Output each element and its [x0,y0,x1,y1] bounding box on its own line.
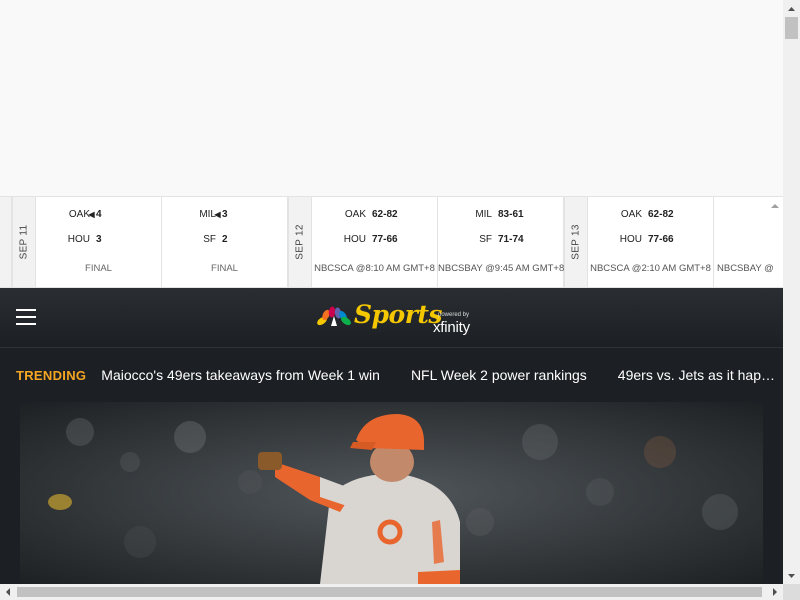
game-card[interactable]: OAK 62-82 HOU 77-66 NBCSCA @2:10 AM GMT+… [588,197,714,287]
game-card[interactable]: MIL 3 ◀ SF 2 FINAL [162,197,288,287]
game-broadcast: NBCSCA @8:10 AM GMT+8 [314,263,435,274]
scoreboard-left-edge [0,197,12,287]
game-status: FINAL [85,263,112,274]
trending-link[interactable]: 49ers vs. Jets as it hap… [618,367,775,383]
date-marker: SEP 13 [564,197,588,287]
site-header: Sports powered by xfinity [0,288,783,348]
trending-link[interactable]: NFL Week 2 power rankings [411,367,587,383]
menu-icon[interactable] [16,309,36,325]
home-record: 77-66 [372,234,398,245]
away-record: 62-82 [648,209,674,220]
logo-wordmark: Sports [354,300,443,329]
horizontal-scrollbar[interactable] [0,584,783,600]
game-broadcast: NBCSBAY @ [717,263,774,274]
away-record: 62-82 [372,209,398,220]
home-team: HOU [619,234,642,245]
scoreboard: SEP 11 OAK 4 ◀ HOU 3 FINAL MIL 3 ◀ SF 2 … [0,196,783,288]
home-score: 3 [96,234,102,245]
horizontal-scroll-thumb[interactable] [17,587,762,597]
scrollbar-corner [783,584,800,600]
away-record: 83-61 [498,209,524,220]
home-team: HOU [67,234,90,245]
game-status: FINAL [211,263,238,274]
date-label: SEP 11 [18,224,30,260]
trending-bar: TRENDING Maiocco's 49ers takeaways from … [0,348,783,402]
game-card[interactable]: OAK 4 ◀ HOU 3 FINAL [36,197,162,287]
trending-link[interactable]: Maiocco's 49ers takeaways from Week 1 wi… [101,367,380,383]
home-team: SF [479,234,492,245]
powered-by-text: powered by [438,312,470,318]
ad-space [0,0,783,196]
nbc-sports-logo[interactable]: Sports powered by xfinity [316,300,486,340]
away-team: OAK [620,209,642,220]
home-team: SF [203,234,216,245]
away-team: OAK [344,209,366,220]
peacock-icon [317,306,351,326]
game-broadcast: NBCSCA @2:10 AM GMT+8 [590,263,711,274]
game-card[interactable]: OAK 62-82 HOU 77-66 NBCSCA @8:10 AM GMT+… [312,197,438,287]
trending-label: TRENDING [16,367,87,383]
scroll-up-arrow-icon[interactable] [783,0,800,17]
game-broadcast: NBCSBAY @9:45 AM GMT+8 [438,263,565,274]
scoreboard-scroll-up-icon[interactable] [767,198,783,214]
away-score: 3 ◀ [214,209,228,220]
scroll-right-arrow-icon[interactable] [766,584,783,600]
home-team: HOU [343,234,366,245]
away-team: MIL [475,209,492,220]
date-label: SEP 13 [570,224,582,260]
away-score: 4 ◀ [88,209,102,220]
xfinity-logo: xfinity [433,319,470,336]
vertical-scrollbar[interactable] [783,0,800,584]
date-label: SEP 12 [294,224,306,260]
baseball-player-photo [20,402,763,584]
scroll-left-arrow-icon[interactable] [0,584,17,600]
date-marker: SEP 12 [288,197,312,287]
winner-arrow-icon: ◀ [88,210,95,219]
home-score: 2 [222,234,228,245]
vertical-scroll-thumb[interactable] [785,17,798,39]
away-team: OAK [68,209,90,220]
hero-image[interactable] [20,402,763,584]
home-record: 71-74 [498,234,524,245]
date-marker: SEP 11 [12,197,36,287]
winner-arrow-icon: ◀ [214,210,221,219]
scroll-down-arrow-icon[interactable] [783,567,800,584]
home-record: 77-66 [648,234,674,245]
away-team: MIL [199,209,216,220]
game-card[interactable]: MIL 83-61 SF 71-74 NBCSBAY @9:45 AM GMT+… [438,197,564,287]
